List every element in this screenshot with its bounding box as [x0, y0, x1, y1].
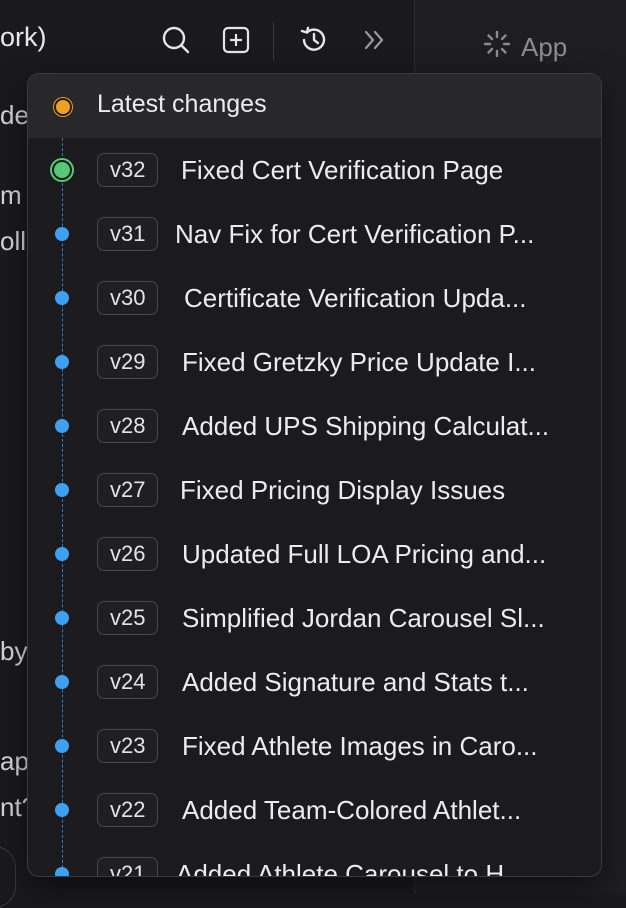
background-text-fragment: de: [0, 100, 29, 130]
background-text-fragment: m: [0, 180, 22, 210]
version-history-dropdown: Latest changes v32 Fixed Cert Verificati…: [27, 73, 602, 877]
version-item-v29[interactable]: v29 Fixed Gretzky Price Update I...: [28, 330, 601, 394]
version-dot: [55, 867, 69, 876]
version-item-v27[interactable]: v27 Fixed Pricing Display Issues: [28, 458, 601, 522]
version-title: Added Team-Colored Athlet...: [182, 795, 522, 825]
version-badge: v24: [97, 665, 159, 699]
version-item-v24[interactable]: v24 Added Signature and Stats t...: [28, 650, 601, 714]
version-badge: v27: [97, 473, 159, 507]
version-badge: v32: [97, 153, 159, 187]
version-badge: v26: [97, 537, 159, 571]
version-dot: [55, 227, 69, 241]
version-badge: v31: [97, 217, 159, 251]
search-icon[interactable]: [159, 22, 193, 58]
latest-changes-dot: [54, 98, 72, 116]
version-title: Updated Full LOA Pricing and...: [182, 539, 547, 569]
version-title: Added Signature and Stats t...: [182, 667, 529, 697]
new-file-icon[interactable]: [219, 22, 253, 58]
loading-spinner-icon: [483, 30, 511, 65]
history-icon[interactable]: [297, 22, 331, 58]
version-dot: [55, 291, 69, 305]
version-badge: v21: [97, 857, 159, 876]
version-dot: [55, 355, 69, 369]
version-item-v26[interactable]: v26 Updated Full LOA Pricing and...: [28, 522, 601, 586]
version-dot: [55, 675, 69, 689]
version-dot: [55, 547, 69, 561]
background-round-control: [0, 846, 16, 908]
toolbar-divider: [273, 22, 274, 60]
app-preview-label: App: [483, 30, 567, 65]
version-item-v22[interactable]: v22 Added Team-Colored Athlet...: [28, 778, 601, 842]
version-badge: v28: [97, 409, 159, 443]
version-title: Fixed Pricing Display Issues: [180, 475, 506, 505]
version-dot: [55, 739, 69, 753]
version-title: Simplified Jordan Carousel Sl...: [182, 603, 545, 633]
version-title: Fixed Athlete Images in Caro...: [182, 731, 538, 761]
version-item-v28[interactable]: v28 Added UPS Shipping Calculat...: [28, 394, 601, 458]
version-item-v31[interactable]: v31 Nav Fix for Cert Verification P...: [28, 202, 601, 266]
project-title-fragment: ork): [0, 22, 47, 52]
latest-changes-label: Latest changes: [97, 90, 267, 118]
version-dot: [55, 419, 69, 433]
background-text-fragment: ap: [0, 746, 29, 776]
version-title: Added Athlete Carousel to H...: [176, 859, 526, 877]
current-version-dot: [52, 160, 72, 180]
version-item-v25[interactable]: v25 Simplified Jordan Carousel Sl...: [28, 586, 601, 650]
version-title: Nav Fix for Cert Verification P...: [175, 219, 535, 249]
latest-changes-item[interactable]: Latest changes: [28, 74, 601, 138]
version-title: Certificate Verification Upda...: [184, 283, 527, 313]
version-item-v30[interactable]: v30 Certificate Verification Upda...: [28, 266, 601, 330]
version-title: Fixed Cert Verification Page: [181, 155, 504, 185]
version-dot: [55, 803, 69, 817]
version-title: Fixed Gretzky Price Update I...: [182, 347, 537, 377]
version-badge: v30: [97, 281, 159, 315]
app-label-text: App: [521, 32, 568, 62]
version-item-v21[interactable]: v21 Added Athlete Carousel to H...: [28, 842, 601, 877]
version-item-v32[interactable]: v32 Fixed Cert Verification Page: [28, 138, 601, 202]
version-badge: v22: [97, 793, 159, 827]
background-text-fragment: oll: [0, 226, 27, 256]
version-badge: v23: [97, 729, 159, 763]
version-item-v23[interactable]: v23 Fixed Athlete Images in Caro...: [28, 714, 601, 778]
version-dot: [55, 483, 69, 497]
version-badge: v25: [97, 601, 159, 635]
version-badge: v29: [97, 345, 159, 379]
version-title: Added UPS Shipping Calculat...: [182, 411, 550, 441]
version-dot: [55, 611, 69, 625]
chevron-double-right-icon[interactable]: [357, 22, 391, 58]
